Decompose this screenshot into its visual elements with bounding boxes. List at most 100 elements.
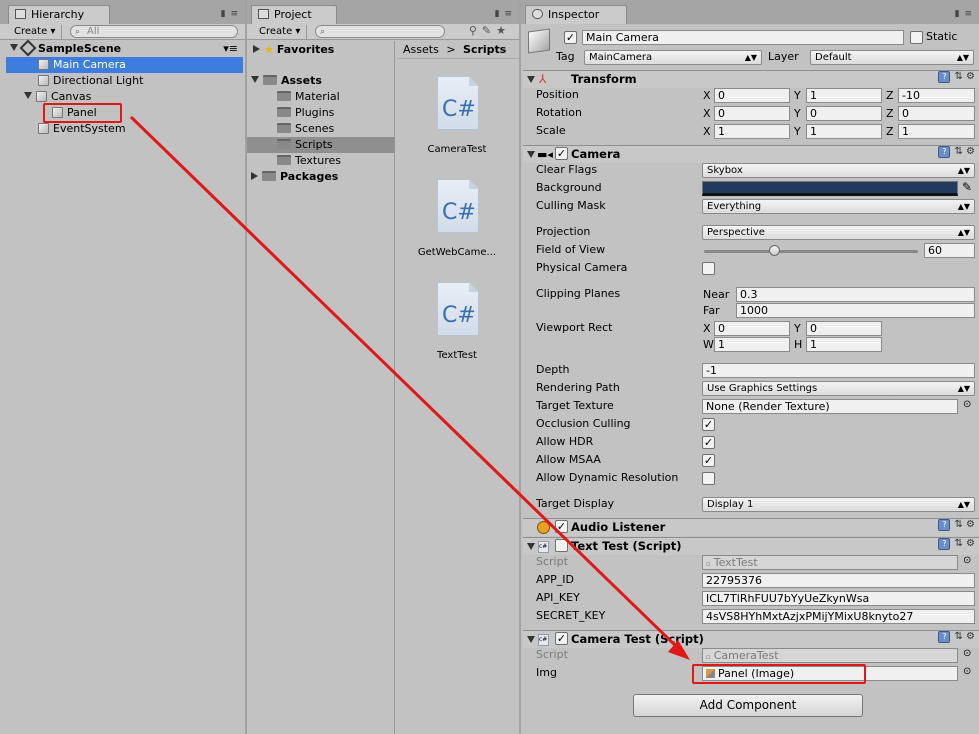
transform-header[interactable]: ⅄ Transform ? ⇅ ⚙ xyxy=(523,70,979,88)
far-input[interactable]: 1000 xyxy=(736,303,975,318)
camera-header[interactable]: ▬◂ ✓ Camera ? ⇅ ⚙ xyxy=(523,145,979,163)
breadcrumb-assets[interactable]: Assets xyxy=(403,43,439,56)
fov-input[interactable]: 60 xyxy=(924,243,975,258)
hierarchy-item-eventsystem[interactable]: EventSystem xyxy=(38,121,126,137)
fov-slider-thumb[interactable] xyxy=(769,245,780,256)
file-text-test[interactable]: C# TextTest xyxy=(407,282,507,372)
object-picker-icon[interactable]: ⊙ xyxy=(963,555,971,566)
folder-textures[interactable]: Textures xyxy=(277,153,341,169)
preset-icon[interactable]: ⇅ xyxy=(954,631,962,642)
fold-icon[interactable] xyxy=(527,543,535,550)
occlusion-culling-checkbox[interactable]: ✓ xyxy=(702,418,715,431)
target-texture-field[interactable]: None (Render Texture) xyxy=(702,399,958,414)
secret-key-input[interactable]: 4sVS8HYhMxtAzjxPMijYMixU8knyto27 xyxy=(702,609,975,624)
breadcrumb-scripts[interactable]: Scripts xyxy=(463,43,506,56)
target-display-dropdown[interactable]: Display 1 ▲▼ xyxy=(702,497,975,512)
inspector-tab[interactable]: Inspector xyxy=(525,5,627,24)
scale-x-input[interactable]: 1 xyxy=(714,124,790,139)
camera-test-header[interactable]: c# ✓ Camera Test (Script) ? ⇅ ⚙ xyxy=(523,630,979,648)
eyedropper-icon[interactable]: ✎ xyxy=(962,180,972,194)
scale-z-input[interactable]: 1 xyxy=(898,124,975,139)
preset-icon[interactable]: ⇅ xyxy=(954,71,962,82)
object-picker-icon[interactable]: ⊙ xyxy=(963,399,971,410)
folder-scenes[interactable]: Scenes xyxy=(277,121,334,137)
clear-flags-dropdown[interactable]: Skybox ▲▼ xyxy=(702,163,975,178)
fold-icon[interactable] xyxy=(527,76,535,83)
rotation-z-input[interactable]: 0 xyxy=(898,106,975,121)
component-tools[interactable]: ? ⇅ ⚙ xyxy=(938,146,975,158)
scene-row[interactable]: SampleScene ▾≡ xyxy=(10,39,240,57)
viewport-y-input[interactable]: 0 xyxy=(806,321,882,336)
add-component-button[interactable]: Add Component xyxy=(633,694,863,717)
object-name-input[interactable]: Main Camera xyxy=(582,30,904,45)
preset-icon[interactable]: ⇅ xyxy=(954,538,962,549)
layer-dropdown[interactable]: Default ▲▼ xyxy=(810,50,974,65)
preset-icon[interactable]: ⇅ xyxy=(954,146,962,157)
filter-icons[interactable]: ⚲✎★ xyxy=(469,24,511,37)
api-key-input[interactable]: ICL7TlRhFUU7bYyUeZkynWsa xyxy=(702,591,975,606)
fold-icon[interactable] xyxy=(527,151,535,158)
component-tools[interactable]: ? ⇅ ⚙ xyxy=(938,71,975,83)
text-test-header[interactable]: c# Text Test (Script) ? ⇅ ⚙ xyxy=(523,537,979,555)
preset-icon[interactable]: ⇅ xyxy=(954,519,962,530)
collapse-icon[interactable] xyxy=(251,172,258,180)
gear-icon[interactable]: ⚙ xyxy=(966,71,975,82)
gear-icon[interactable]: ⚙ xyxy=(966,146,975,157)
allow-dynres-checkbox[interactable] xyxy=(702,472,715,485)
culling-mask-dropdown[interactable]: Everything ▲▼ xyxy=(702,199,975,214)
gear-icon[interactable]: ⚙ xyxy=(966,538,975,549)
viewport-w-input[interactable]: 1 xyxy=(714,337,790,352)
project-tab-tools[interactable]: ▮ ≡ xyxy=(495,9,513,19)
component-tools[interactable]: ? ⇅ ⚙ xyxy=(938,631,975,643)
scene-menu-icon[interactable]: ▾≡ xyxy=(223,41,238,57)
project-search-input[interactable]: ⌕ xyxy=(315,25,445,38)
packages-row[interactable]: Packages xyxy=(251,169,338,185)
help-icon[interactable]: ? xyxy=(938,631,951,643)
object-picker-icon[interactable]: ⊙ xyxy=(963,666,971,677)
allow-hdr-checkbox[interactable]: ✓ xyxy=(702,436,715,449)
active-checkbox[interactable]: ✓ xyxy=(564,31,577,44)
position-x-input[interactable]: 0 xyxy=(714,88,790,103)
camera-enabled-checkbox[interactable]: ✓ xyxy=(555,147,568,160)
object-picker-icon[interactable]: ⊙ xyxy=(963,648,971,659)
background-color-field[interactable] xyxy=(702,181,958,196)
position-z-input[interactable]: -10 xyxy=(898,88,975,103)
rotation-y-input[interactable]: 0 xyxy=(806,106,882,121)
viewport-h-input[interactable]: 1 xyxy=(806,337,882,352)
audio-listener-header[interactable]: ✓ Audio Listener ? ⇅ ⚙ xyxy=(523,518,979,536)
static-checkbox[interactable] xyxy=(910,31,923,44)
depth-input[interactable]: -1 xyxy=(702,363,975,378)
collapse-icon[interactable] xyxy=(253,45,260,53)
app-id-input[interactable]: 22795376 xyxy=(702,573,975,588)
scale-y-input[interactable]: 1 xyxy=(806,124,882,139)
gear-icon[interactable]: ⚙ xyxy=(966,631,975,642)
allow-msaa-checkbox[interactable]: ✓ xyxy=(702,454,715,467)
rendering-path-dropdown[interactable]: Use Graphics Settings ▲▼ xyxy=(702,381,975,396)
help-icon[interactable]: ? xyxy=(938,71,951,83)
folder-plugins[interactable]: Plugins xyxy=(277,105,334,121)
text-test-enabled-checkbox[interactable] xyxy=(555,539,568,552)
folder-scripts[interactable]: Scripts xyxy=(247,137,395,153)
rotation-x-input[interactable]: 0 xyxy=(714,106,790,121)
expand-icon[interactable] xyxy=(251,76,259,83)
folder-material[interactable]: Material xyxy=(277,89,340,105)
file-camera-test[interactable]: C# CameraTest xyxy=(407,76,507,166)
camera-test-enabled-checkbox[interactable]: ✓ xyxy=(555,632,568,645)
hierarchy-search-input[interactable]: ⌕ All xyxy=(70,25,238,38)
assets-row[interactable]: Assets xyxy=(251,73,322,89)
expand-icon[interactable] xyxy=(24,92,32,99)
projection-dropdown[interactable]: Perspective ▲▼ xyxy=(702,225,975,240)
physical-camera-checkbox[interactable] xyxy=(702,262,715,275)
help-icon[interactable]: ? xyxy=(938,146,951,158)
expand-icon[interactable] xyxy=(10,44,18,51)
hierarchy-tab[interactable]: Hierarchy xyxy=(8,5,110,24)
fov-slider-track[interactable] xyxy=(704,250,918,253)
hierarchy-create-button[interactable]: Create ▾ xyxy=(10,25,62,39)
component-tools[interactable]: ? ⇅ ⚙ xyxy=(938,538,975,550)
viewport-x-input[interactable]: 0 xyxy=(714,321,790,336)
tag-dropdown[interactable]: MainCamera ▲▼ xyxy=(584,50,762,65)
hierarchy-tab-tools[interactable]: ▮ ≡ xyxy=(221,9,239,19)
help-icon[interactable]: ? xyxy=(938,538,951,550)
audio-enabled-checkbox[interactable]: ✓ xyxy=(555,520,568,533)
project-tab[interactable]: Project xyxy=(251,5,337,24)
